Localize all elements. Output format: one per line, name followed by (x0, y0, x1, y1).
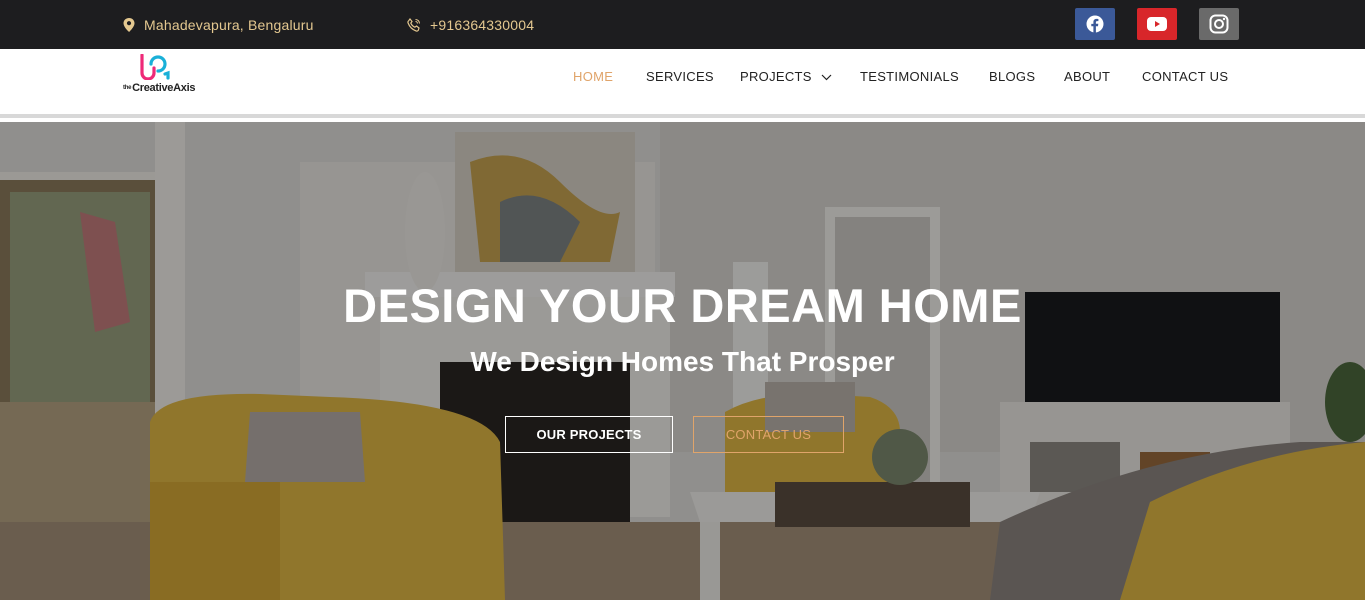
phone-text: +916364330004 (430, 16, 535, 33)
phone-info[interactable]: +916364330004 (407, 0, 534, 49)
hero-subtitle: We Design Homes That Prosper (470, 346, 895, 377)
youtube-icon (1147, 17, 1167, 31)
facebook-button[interactable] (1075, 8, 1115, 40)
chevron-down-icon (821, 74, 832, 81)
nav-testimonials[interactable]: TESTIMONIALS (860, 69, 959, 84)
location-pin-icon (123, 17, 135, 32)
nav-blogs[interactable]: BLOGS (989, 69, 1035, 84)
our-projects-button[interactable]: OUR PROJECTS (505, 416, 673, 453)
main-header: theCreativeAxis HOME SERVICES PROJECTS T… (0, 49, 1365, 118)
site-logo[interactable]: theCreativeAxis (123, 54, 203, 98)
nav-home[interactable]: HOME (573, 69, 613, 84)
logo-wordmark: theCreativeAxis (123, 82, 196, 94)
nav-services[interactable]: SERVICES (646, 69, 714, 84)
nav-projects-label: PROJECTS (740, 69, 812, 84)
logo-mark-icon (140, 54, 170, 80)
nav-about[interactable]: ABOUT (1064, 69, 1110, 84)
location-info: Mahadevapura, Bengaluru (123, 0, 314, 49)
hero-title: DESIGN YOUR DREAM HOME (343, 279, 1022, 332)
nav-projects[interactable]: PROJECTS (740, 69, 832, 84)
contact-us-button[interactable]: CONTACT US (693, 416, 844, 453)
nav-contact-us[interactable]: CONTACT US (1142, 69, 1228, 84)
phone-icon (407, 17, 421, 32)
location-text: Mahadevapura, Bengaluru (144, 16, 314, 33)
instagram-icon (1209, 14, 1229, 34)
facebook-icon (1086, 15, 1104, 33)
hero-banner: DESIGN YOUR DREAM HOME We Design Homes T… (0, 122, 1365, 600)
instagram-button[interactable] (1199, 8, 1239, 40)
youtube-button[interactable] (1137, 8, 1177, 40)
top-bar: Mahadevapura, Bengaluru +916364330004 (0, 0, 1365, 49)
